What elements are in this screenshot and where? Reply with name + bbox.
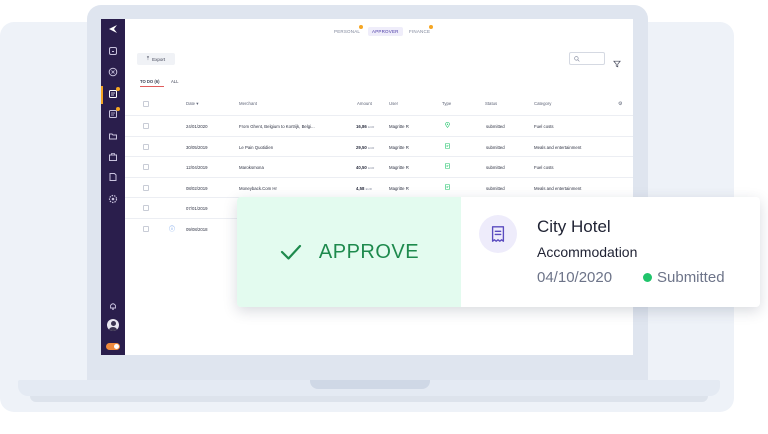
row-user: Magritte R (389, 185, 409, 191)
row-checkbox[interactable] (143, 205, 149, 212)
column-settings-icon[interactable]: ⚙ (618, 101, 622, 107)
status-dot-icon (643, 273, 652, 282)
sort-down-icon: ▾ (196, 101, 199, 106)
tab-personal[interactable]: PERSONAL (334, 29, 360, 34)
search-icon (574, 55, 580, 62)
user-avatar[interactable] (107, 319, 119, 331)
subtab-active-underline (140, 86, 164, 87)
laptop-frame: PERSONAL APPROVER FINANCE ⤒ Export TO DO… (87, 5, 648, 380)
approve-button[interactable]: APPROVE (237, 197, 461, 307)
row-date: 09/08/2018 (186, 227, 208, 232)
row-checkbox[interactable] (143, 184, 149, 191)
checkmark-icon (280, 244, 301, 260)
row-status: submitted (486, 144, 505, 150)
cancel-circle-icon[interactable] (108, 67, 118, 77)
row-status: submitted (486, 165, 505, 171)
finance-badge (429, 25, 433, 29)
column-header-type[interactable]: Type (442, 101, 451, 106)
row-amount: 40,50 EUR (356, 165, 375, 171)
row-date: 07/01/2019 (186, 206, 208, 212)
laptop-base-shadow (30, 396, 708, 402)
column-header-category[interactable]: Category (534, 101, 551, 106)
document-icon[interactable] (108, 172, 118, 182)
search-input[interactable] (569, 52, 605, 65)
status-label: Submitted (657, 269, 725, 286)
expense-category: Accommodation (537, 244, 638, 260)
row-date: 12/04/2019 (186, 165, 208, 171)
row-user: Magritte R (389, 124, 409, 129)
mode-toggle[interactable] (106, 343, 120, 350)
mileage-pin-icon (445, 121, 450, 129)
row-checkbox[interactable] (143, 123, 149, 129)
row-user: Magritte R (389, 165, 409, 171)
row-date: 24/01/2020 (186, 124, 208, 129)
receipt-icon (445, 142, 450, 150)
active-indicator (101, 86, 103, 104)
row-user: Magritte R (389, 144, 409, 150)
sidebar (101, 19, 125, 355)
row-merchant: Moneyback.Com Hr (239, 185, 277, 191)
home-icon[interactable] (108, 46, 118, 56)
download-icon: ⤒ (146, 56, 150, 62)
row-category: Meals and entertainment (534, 185, 582, 191)
expense-title: City Hotel (537, 217, 611, 236)
notification-bell-icon[interactable] (108, 301, 118, 311)
info-icon[interactable]: ⓘ (169, 224, 175, 233)
export-label: Export (152, 56, 166, 62)
column-header-user[interactable]: User (389, 101, 398, 106)
row-category: Fuel costs (534, 165, 554, 171)
tab-finance[interactable]: FINANCE (409, 29, 430, 34)
filter-icon[interactable] (613, 55, 621, 68)
row-date: 30/05/2019 (186, 144, 208, 150)
approvals-badge (116, 87, 120, 91)
column-header-status[interactable]: Status (485, 101, 497, 106)
briefcase-icon[interactable] (108, 152, 118, 162)
row-status: submitted (486, 185, 505, 191)
export-button[interactable]: ⤒ Export (137, 53, 175, 65)
subtab-all[interactable]: ALL (171, 79, 178, 84)
row-amount: 29,50 EUR (356, 144, 375, 150)
table-row[interactable]: 30/05/2019 Le Pain Quotidien 29,50 EUR Magr… (125, 135, 633, 157)
table-row[interactable]: 08/02/2019 Moneyback.Com Hr 4,58 EUR Magrit… (125, 176, 633, 198)
approval-card: APPROVE City Hotel Accommodation 04/10/2… (237, 197, 760, 307)
tab-approver[interactable]: APPROVER (368, 27, 403, 36)
column-header-date[interactable]: Date ▾ (186, 101, 198, 107)
row-checkbox[interactable] (143, 164, 149, 171)
approve-label: APPROVE (318, 240, 420, 263)
column-header-merchant[interactable]: Merchant (239, 101, 257, 106)
role-tabs: PERSONAL APPROVER FINANCE (101, 19, 633, 43)
select-all-checkbox[interactable] (143, 101, 149, 107)
subtab-todo[interactable]: TO DO (6) (140, 79, 159, 84)
row-amount: 16,86 EUR (356, 124, 375, 129)
personal-badge (359, 25, 363, 29)
row-status: submitted (486, 124, 505, 129)
status-badge: Submitted (643, 269, 725, 286)
row-date: 08/02/2019 (186, 185, 208, 191)
expense-date: 04/10/2020 (537, 269, 613, 286)
row-amount: 4,58 EUR (356, 185, 372, 191)
row-merchant: Maroksmona (239, 165, 264, 171)
column-header-amount[interactable]: Amount (357, 101, 372, 106)
folder-icon[interactable] (108, 131, 118, 141)
row-merchant: From Ghent, Belgium to Kortrijk, Belgi..… (239, 124, 315, 129)
row-checkbox[interactable] (143, 226, 149, 232)
table-header: Date ▾ Merchant Amount User Type Status … (125, 101, 633, 111)
row-category: Fuel costs (534, 124, 554, 129)
receipt-icon (445, 163, 450, 170)
row-category: Meals and entertainment (534, 144, 582, 150)
table-row[interactable]: 24/01/2020 From Ghent, Belgium to Kortrij… (125, 115, 633, 136)
expenses-badge (116, 107, 120, 111)
table-row[interactable]: 12/04/2019 Maroksmona 40,50 EUR Magritte R s… (125, 156, 633, 177)
receipt-icon (445, 183, 450, 191)
receipt-icon (479, 215, 517, 253)
row-merchant: Le Pain Quotidien (239, 144, 274, 150)
row-checkbox[interactable] (143, 143, 149, 150)
laptop-notch (310, 380, 430, 389)
settings-gear-icon[interactable] (108, 194, 118, 204)
